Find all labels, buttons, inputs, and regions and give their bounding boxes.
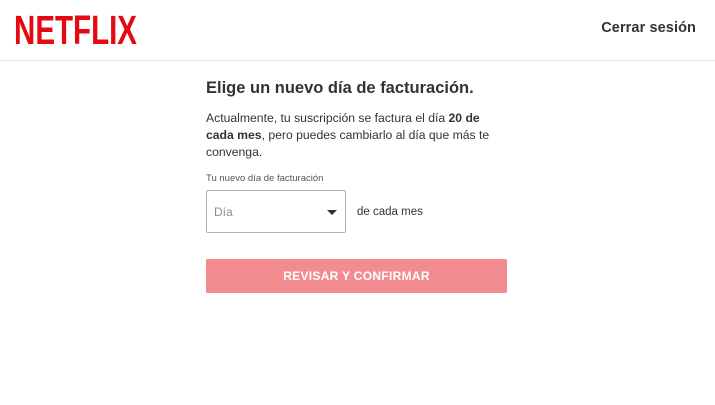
signout-link[interactable]: Cerrar sesión bbox=[601, 20, 696, 36]
billing-day-row: Día de cada mes bbox=[206, 190, 508, 233]
billing-day-form: Elige un nuevo día de facturación. Actua… bbox=[206, 78, 508, 293]
billing-day-label: Tu nuevo día de facturación bbox=[206, 173, 324, 184]
header: NETFLIX Cerrar sesión bbox=[0, 0, 715, 61]
billing-day-select[interactable]: Día bbox=[206, 190, 346, 233]
billing-day-select-value: Día bbox=[214, 205, 233, 219]
page-title: Elige un nuevo día de facturación. bbox=[206, 79, 474, 97]
netflix-logo[interactable]: NETFLIX bbox=[14, 9, 138, 49]
review-confirm-button[interactable]: REVISAR Y CONFIRMAR bbox=[206, 259, 507, 293]
chevron-down-icon bbox=[327, 210, 337, 215]
description-text-1: Actualmente, tu suscripción se factura e… bbox=[206, 111, 449, 125]
billing-day-suffix: de cada mes bbox=[357, 205, 423, 218]
logo-text: NETFLIX bbox=[14, 9, 137, 49]
billing-description: Actualmente, tu suscripción se factura e… bbox=[206, 110, 508, 161]
